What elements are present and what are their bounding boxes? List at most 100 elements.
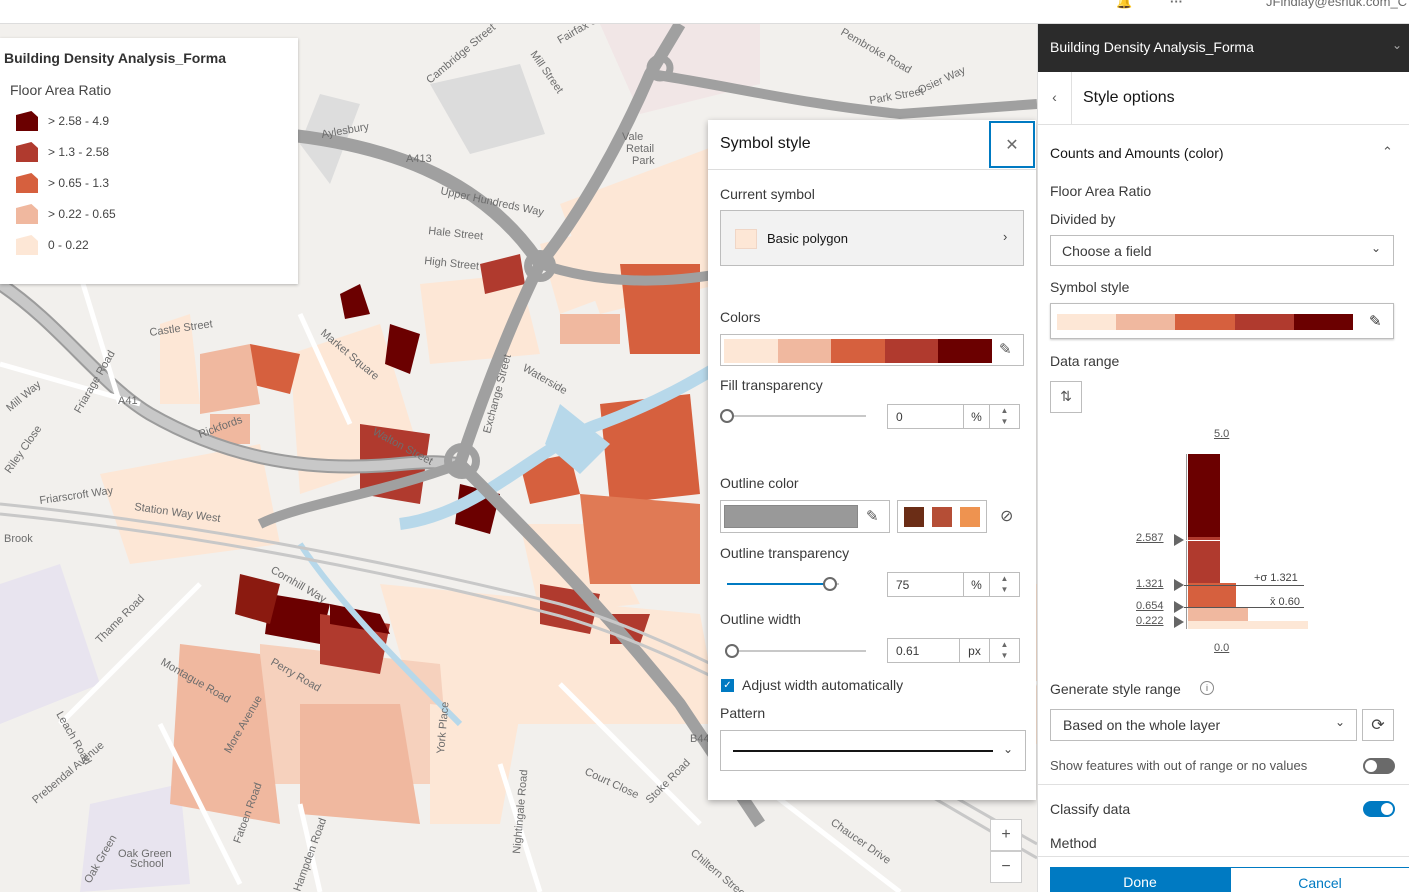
- svg-text:Park: Park: [632, 155, 655, 167]
- legend-class-item: > 2.58 - 4.9: [16, 110, 109, 132]
- ramp-stop: [1234, 314, 1294, 330]
- pencil-icon[interactable]: ✎: [1369, 312, 1382, 330]
- fill-transparency-input[interactable]: 0: [887, 404, 964, 429]
- slider-handle[interactable]: [823, 577, 837, 591]
- style-options-title: Style options: [1083, 89, 1175, 106]
- close-button[interactable]: ✕: [989, 121, 1035, 168]
- fill-transparency-slider[interactable]: [720, 407, 866, 425]
- ramp-stop: [938, 339, 992, 363]
- handle-marker[interactable]: [1174, 616, 1184, 628]
- break-handle-4[interactable]: 0.222: [1136, 615, 1164, 627]
- chevron-down-icon: ⌄: [1003, 742, 1014, 756]
- legend-swatch: [16, 173, 38, 193]
- generate-range-value: Based on the whole layer: [1063, 717, 1221, 733]
- outline-color-picker[interactable]: ✎: [720, 500, 890, 533]
- outline-color-swatch: [724, 505, 858, 528]
- outline-width-slider[interactable]: [725, 642, 866, 660]
- handle-marker[interactable]: [1174, 534, 1184, 546]
- section-title[interactable]: Counts and Amounts (color): [1050, 145, 1224, 161]
- fill-transparency-stepper[interactable]: ▲ ▼: [990, 404, 1020, 429]
- legend-class-label: > 2.58 - 4.9: [48, 114, 110, 128]
- invert-range-button[interactable]: ⇅: [1050, 381, 1082, 413]
- legend-swatch: [16, 235, 38, 255]
- top-bar: 🔔 ··· JFindlay@esriuk.com_C: [0, 0, 1409, 24]
- outline-width-input[interactable]: 0.61: [887, 638, 960, 663]
- notification-bell-icon[interactable]: 🔔: [1116, 0, 1132, 10]
- handle-marker[interactable]: [1174, 601, 1184, 613]
- generate-range-select[interactable]: Based on the whole layer ⌄: [1050, 709, 1357, 741]
- refresh-button[interactable]: ⟳: [1362, 709, 1394, 741]
- outline-width-stepper[interactable]: ▲ ▼: [990, 638, 1020, 663]
- divided-by-label: Divided by: [1050, 211, 1116, 227]
- pencil-icon[interactable]: ✎: [999, 340, 1012, 358]
- style-options-panel: Building Density Analysis_Forma ⌄ ‹ Styl…: [1037, 24, 1409, 892]
- no-color-icon[interactable]: ⊘: [1000, 506, 1013, 526]
- outline-transparency-input[interactable]: 75: [887, 572, 964, 597]
- ellipsis-icon[interactable]: ···: [1170, 0, 1183, 9]
- outline-transparency-slider[interactable]: [727, 575, 839, 593]
- legend-swatch: [16, 204, 38, 224]
- generate-range-label: Generate style range: [1050, 681, 1181, 697]
- outline-swatch-group[interactable]: [897, 500, 987, 533]
- zoom-out-button[interactable]: −: [990, 851, 1022, 883]
- ramp-stop: [1057, 314, 1117, 330]
- legend-swatch: [16, 111, 38, 131]
- slider-handle[interactable]: [720, 409, 734, 423]
- histogram[interactable]: 5.0 2.587 1.321 0.654 0.222 +σ 1.321 x̄ …: [1118, 424, 1318, 664]
- chevron-up-icon[interactable]: ⌃: [1382, 144, 1393, 160]
- svg-text:Retail: Retail: [626, 143, 654, 155]
- current-symbol-value: Basic polygon: [767, 231, 848, 246]
- current-symbol-selector[interactable]: Basic polygon ›: [720, 210, 1024, 266]
- polygon-swatch-icon: [735, 229, 757, 249]
- pattern-select[interactable]: ⌄: [720, 730, 1026, 771]
- pattern-label: Pattern: [720, 705, 766, 721]
- range-max[interactable]: 5.0: [1214, 428, 1229, 440]
- break-handle-1[interactable]: 2.587: [1136, 532, 1164, 544]
- slider-handle[interactable]: [725, 644, 739, 658]
- outline-color-label: Outline color: [720, 475, 799, 491]
- panel-header: Building Density Analysis_Forma ⌄: [1038, 24, 1409, 72]
- close-icon: ✕: [1005, 136, 1019, 154]
- outline-swatch-light[interactable]: [960, 507, 980, 527]
- zoom-in-button[interactable]: +: [990, 819, 1022, 851]
- color-ramp-selector[interactable]: ✎: [720, 334, 1024, 366]
- legend-swatch: [16, 142, 38, 162]
- method-label: Method: [1050, 835, 1097, 851]
- break-handle-3[interactable]: 0.654: [1136, 600, 1164, 612]
- done-button[interactable]: Done: [1050, 867, 1230, 892]
- legend-class-label: > 0.22 - 0.65: [48, 207, 116, 221]
- field-label: Floor Area Ratio: [1050, 183, 1152, 199]
- legend-class-label: 0 - 0.22: [48, 238, 89, 252]
- swap-vertical-icon: ⇅: [1060, 388, 1072, 404]
- cancel-button[interactable]: Cancel: [1230, 867, 1409, 892]
- handle-marker[interactable]: [1174, 579, 1184, 591]
- symbol-style-title: Symbol style: [720, 135, 811, 152]
- chevron-right-icon: ›: [1003, 229, 1008, 244]
- chevron-left-icon: ‹: [1052, 89, 1057, 105]
- outline-transparency-stepper[interactable]: ▲ ▼: [990, 572, 1020, 597]
- range-min[interactable]: 0.0: [1214, 642, 1229, 654]
- legend-field: Floor Area Ratio: [10, 82, 112, 98]
- outline-width-label: Outline width: [720, 611, 801, 627]
- ramp-stop: [884, 339, 939, 363]
- map-legend: Building Density Analysis_Forma Floor Ar…: [0, 38, 298, 284]
- ramp-stop: [1293, 314, 1354, 330]
- outline-swatch-medium[interactable]: [932, 507, 952, 527]
- outline-swatch-dark[interactable]: [904, 507, 924, 527]
- pencil-icon[interactable]: ✎: [866, 507, 879, 525]
- back-button[interactable]: ‹: [1038, 72, 1072, 124]
- chevron-down-icon: ⌄: [1371, 241, 1382, 255]
- chevron-down-icon[interactable]: ⌄: [1392, 38, 1402, 52]
- ramp-stop: [1175, 314, 1235, 330]
- info-icon[interactable]: i: [1200, 681, 1214, 695]
- user-name[interactable]: JFindlay@esriuk.com_C: [1266, 0, 1407, 9]
- divided-by-select[interactable]: Choose a field ⌄: [1050, 235, 1394, 266]
- show-out-of-range-toggle[interactable]: [1363, 758, 1395, 774]
- legend-class-item: > 0.65 - 1.3: [16, 172, 109, 194]
- break-handle-2[interactable]: 1.321: [1136, 578, 1164, 590]
- color-ramp: [1057, 314, 1354, 330]
- adjust-width-checkbox[interactable]: ✓: [721, 679, 734, 692]
- mean-label: x̄ 0.60: [1270, 596, 1300, 608]
- classify-data-toggle[interactable]: [1363, 801, 1395, 817]
- symbol-style-preview[interactable]: ✎: [1050, 303, 1394, 339]
